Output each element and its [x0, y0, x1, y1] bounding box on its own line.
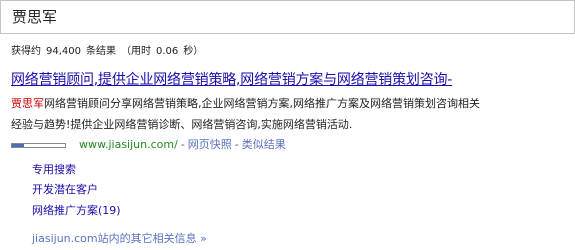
result-snippet-line-2: 经验与趋势!提供企业网络营销诊断、网络营销咨询,实施网络营销活动. — [11, 118, 353, 131]
search-input[interactable]: 贾思军 — [0, 0, 575, 34]
result-title-link[interactable]: 网络营销顾问,提供企业网络营销策略,网络营销方案与网络营销策划咨询- — [11, 69, 452, 89]
stats-suffix: 条结果 — [86, 46, 116, 57]
stats-time-open: （用时 — [121, 46, 151, 57]
cached-page-link[interactable]: 网页快照 — [188, 136, 232, 152]
sitelink-develop-customers[interactable]: 开发潜在客户 — [32, 181, 98, 197]
stats-count: 94,400 — [46, 46, 81, 57]
pagerank-bar — [11, 142, 66, 148]
sitelink-dedicated-search[interactable]: 专用搜索 — [32, 161, 76, 177]
stats-time-value: 0.06 — [156, 46, 179, 57]
result-meta-row: www.jiasijun.com/ - 网页快照 - 类似结果 — [11, 137, 286, 151]
meta-separator-1: - — [180, 137, 185, 151]
more-from-site-link[interactable]: jiasijun.com站内的其它相关信息 » — [32, 230, 207, 246]
snippet-line-1-text: 网络营销顾问分享网络营销策略,企业网络营销方案,网络推广方案及网络营销策划咨询相… — [44, 97, 480, 110]
result-url: www.jiasijun.com/ — [79, 137, 178, 151]
snippet-highlight: 贾思军 — [11, 97, 44, 110]
result-snippet-line-1: 贾思军网络营销顾问分享网络营销策略,企业网络营销方案,网络推广方案及网络营销策划… — [11, 95, 480, 111]
pagerank-fill — [12, 143, 24, 147]
similar-results-link[interactable]: 类似结果 — [242, 136, 286, 152]
stats-time-close: 秒） — [183, 46, 204, 57]
stats-prefix: 获得约 — [11, 46, 41, 57]
result-stats: 获得约 94,400 条结果 （用时 0.06 秒） — [11, 42, 203, 57]
sitelink-promotion-plans[interactable]: 网络推广方案(19) — [32, 202, 121, 218]
meta-separator-2: - — [234, 137, 239, 151]
